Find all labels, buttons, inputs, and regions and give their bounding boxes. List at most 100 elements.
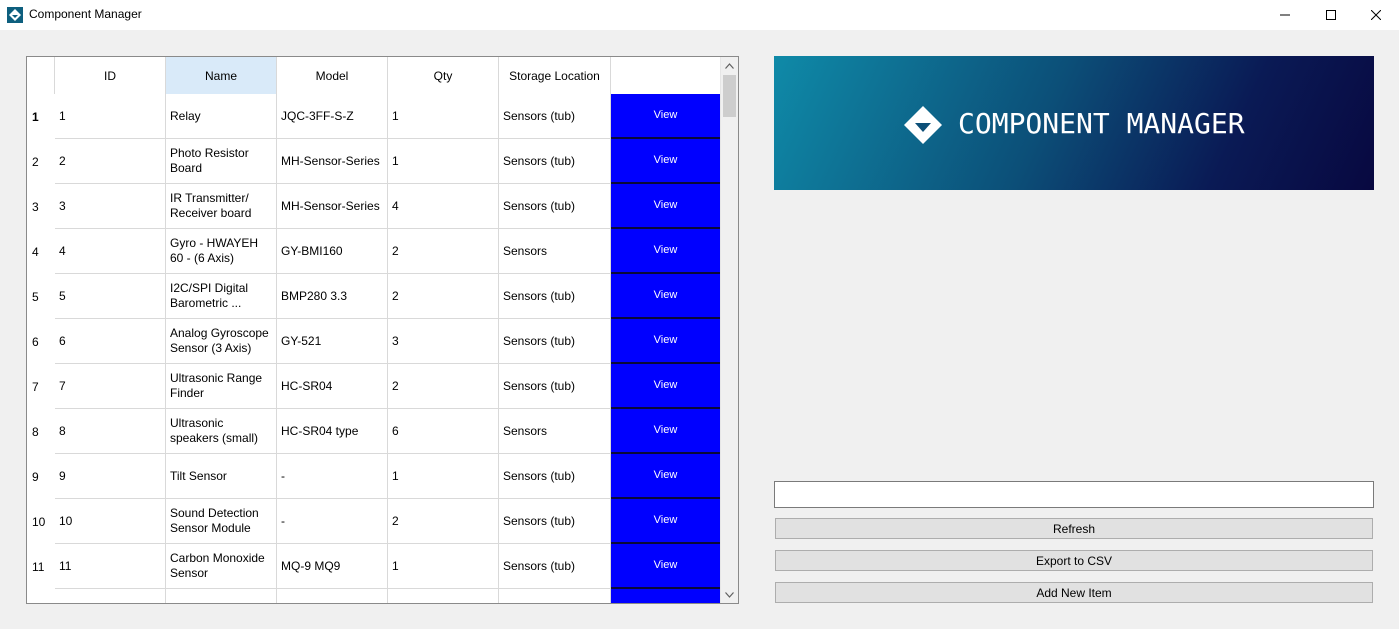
cell-qty[interactable]: 1 [388, 139, 499, 184]
cell-name[interactable]: Sound Detection Sensor Module [166, 499, 277, 544]
cell-id[interactable] [55, 589, 166, 603]
cell-id[interactable]: 11 [55, 544, 166, 589]
view-button[interactable]: View [611, 319, 720, 364]
row-header[interactable]: 3 [27, 184, 55, 229]
cell-id[interactable]: 6 [55, 319, 166, 364]
table-row[interactable]: 1 1 Relay JQC-3FF-S-Z 1 Sensors (tub) View [27, 94, 720, 139]
view-button[interactable]: View [611, 184, 720, 229]
cell-name[interactable]: Ultrasonic speakers (small) [166, 409, 277, 454]
cell-id[interactable]: 1 [55, 94, 166, 139]
table-row[interactable]: 10 10 Sound Detection Sensor Module -2 Senso… [27, 499, 720, 544]
view-button[interactable]: View [611, 94, 720, 139]
view-button[interactable] [611, 589, 720, 603]
row-header[interactable] [27, 589, 55, 603]
cell-name[interactable]: Raindrop Sensor [166, 589, 277, 603]
cell-qty[interactable]: 2 [388, 274, 499, 319]
column-header-action[interactable] [611, 57, 720, 94]
cell-name[interactable]: Ultrasonic Range Finder [166, 364, 277, 409]
cell-model[interactable] [277, 589, 388, 603]
cell-id[interactable]: 10 [55, 499, 166, 544]
cell-model[interactable]: MH-Sensor-Series [277, 184, 388, 229]
row-header[interactable]: 1 [27, 94, 55, 139]
cell-storage-location[interactable]: Sensors (tub) [499, 319, 611, 364]
scroll-down-button[interactable] [721, 586, 738, 603]
view-button[interactable]: View [611, 274, 720, 319]
row-header[interactable]: 11 [27, 544, 55, 589]
maximize-button[interactable] [1308, 0, 1354, 30]
cell-name[interactable]: IR Transmitter/ Receiver board [166, 184, 277, 229]
cell-name[interactable]: Relay [166, 94, 277, 139]
row-header[interactable]: 9 [27, 454, 55, 499]
column-header-qty[interactable]: Qty [388, 57, 499, 94]
cell-model[interactable]: HC-SR04 type [277, 409, 388, 454]
cell-storage-location[interactable]: Sensors (tub) [499, 544, 611, 589]
cell-storage-location[interactable]: Sensors (tub) [499, 454, 611, 499]
cell-qty[interactable] [388, 589, 499, 603]
cell-model[interactable]: MH-Sensor-Series [277, 139, 388, 184]
component-table[interactable]: ID Name Model Qty Storage Location 1 1 Rel… [26, 56, 739, 604]
cell-storage-location[interactable]: Sensors (tub) [499, 364, 611, 409]
cell-name[interactable]: I2C/SPI Digital Barometric ... [166, 274, 277, 319]
scroll-thumb[interactable] [723, 75, 736, 117]
cell-qty[interactable]: 2 [388, 499, 499, 544]
table-row[interactable]: 6 6 Analog Gyroscope Sensor (3 Axis) GY-521… [27, 319, 720, 364]
refresh-button[interactable]: Refresh [775, 518, 1373, 539]
cell-model[interactable]: BMP280 3.3 [277, 274, 388, 319]
column-header-id[interactable]: ID [55, 57, 166, 94]
column-header-name[interactable]: Name [166, 57, 277, 94]
cell-storage-location[interactable]: Sensors (tub) [499, 184, 611, 229]
export-csv-button[interactable]: Export to CSV [775, 550, 1373, 571]
table-row[interactable]: 3 3 IR Transmitter/ Receiver board MH-Senso… [27, 184, 720, 229]
cell-model[interactable]: GY-521 [277, 319, 388, 364]
cell-qty[interactable]: 2 [388, 364, 499, 409]
table-row[interactable]: 5 5 I2C/SPI Digital Barometric ... BMP280 3… [27, 274, 720, 319]
column-header-model[interactable]: Model [277, 57, 388, 94]
cell-id[interactable]: 7 [55, 364, 166, 409]
table-row[interactable]: 7 7 Ultrasonic Range Finder HC-SR04 2 Sensors… [27, 364, 720, 409]
minimize-button[interactable] [1262, 0, 1308, 30]
table-corner[interactable] [27, 57, 55, 94]
row-header[interactable]: 8 [27, 409, 55, 454]
view-button[interactable]: View [611, 544, 720, 589]
view-button[interactable]: View [611, 454, 720, 499]
view-button[interactable]: View [611, 499, 720, 544]
cell-name[interactable]: Gyro - HWAYEH 60 - (6 Axis) [166, 229, 277, 274]
cell-qty[interactable]: 1 [388, 454, 499, 499]
cell-id[interactable]: 9 [55, 454, 166, 499]
cell-id[interactable]: 5 [55, 274, 166, 319]
cell-model[interactable]: - [277, 454, 388, 499]
cell-id[interactable]: 3 [55, 184, 166, 229]
table-row[interactable]: Raindrop Sensor [27, 589, 720, 603]
cell-storage-location[interactable]: Sensors (tub) [499, 499, 611, 544]
cell-storage-location[interactable]: Sensors [499, 229, 611, 274]
cell-storage-location[interactable]: Sensors (tub) [499, 274, 611, 319]
close-button[interactable] [1353, 0, 1399, 30]
scroll-up-button[interactable] [721, 57, 738, 74]
cell-storage-location[interactable]: Sensors [499, 409, 611, 454]
view-button[interactable]: View [611, 139, 720, 184]
cell-qty[interactable]: 1 [388, 544, 499, 589]
view-button[interactable]: View [611, 229, 720, 274]
cell-storage-location[interactable] [499, 589, 611, 603]
row-header[interactable]: 7 [27, 364, 55, 409]
table-row[interactable]: 9 9 Tilt Sensor -1 Sensors (tub) View [27, 454, 720, 499]
table-row[interactable]: 2 2 Photo Resistor Board MH-Sensor-Series 1 S… [27, 139, 720, 184]
row-header[interactable]: 6 [27, 319, 55, 364]
cell-model[interactable]: - [277, 499, 388, 544]
cell-id[interactable]: 8 [55, 409, 166, 454]
cell-qty[interactable]: 3 [388, 319, 499, 364]
cell-name[interactable]: Carbon Monoxide Sensor [166, 544, 277, 589]
cell-id[interactable]: 2 [55, 139, 166, 184]
cell-qty[interactable]: 4 [388, 184, 499, 229]
cell-name[interactable]: Tilt Sensor [166, 454, 277, 499]
row-header[interactable]: 5 [27, 274, 55, 319]
cell-qty[interactable]: 6 [388, 409, 499, 454]
add-new-item-button[interactable]: Add New Item [775, 582, 1373, 603]
table-row[interactable]: 4 4 Gyro - HWAYEH 60 - (6 Axis) GY-BMI160 2 S… [27, 229, 720, 274]
row-header[interactable]: 4 [27, 229, 55, 274]
row-header[interactable]: 2 [27, 139, 55, 184]
search-input[interactable] [774, 481, 1374, 508]
cell-name[interactable]: Analog Gyroscope Sensor (3 Axis) [166, 319, 277, 364]
cell-id[interactable]: 4 [55, 229, 166, 274]
cell-name[interactable]: Photo Resistor Board [166, 139, 277, 184]
